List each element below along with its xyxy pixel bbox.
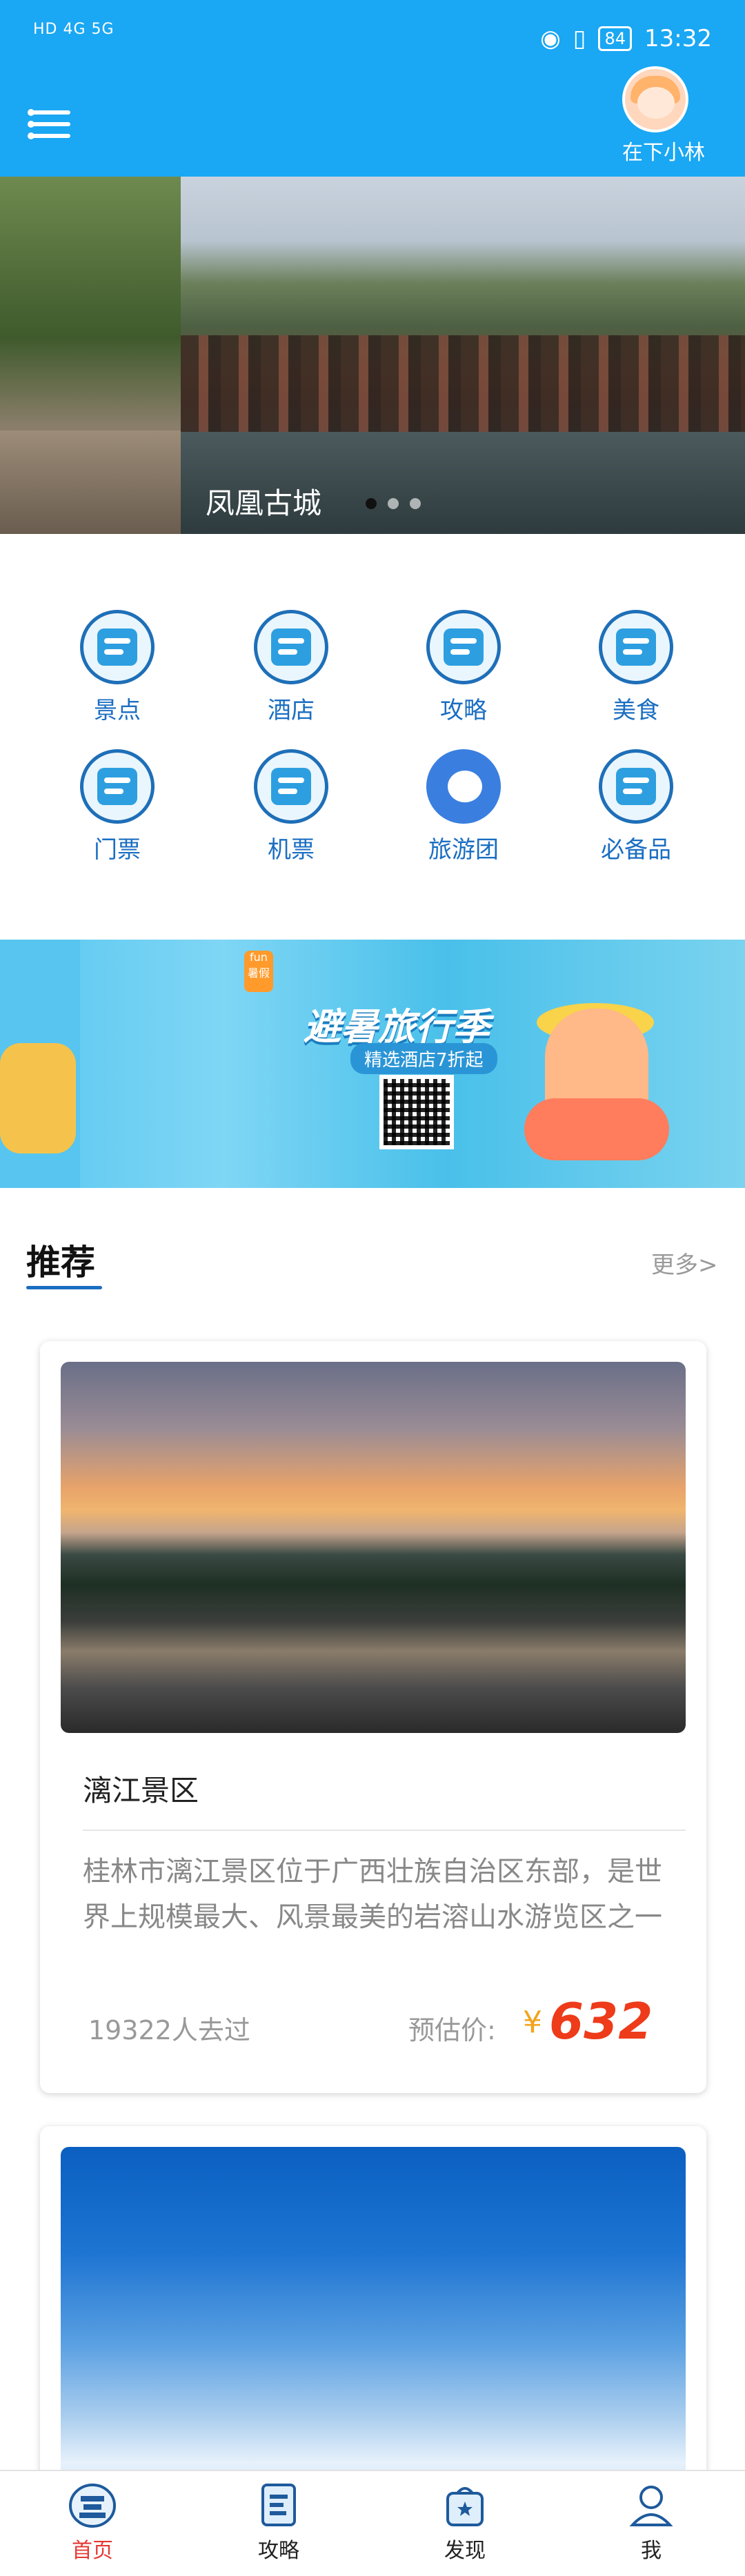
airplane-icon xyxy=(254,749,328,824)
menu-icon[interactable] xyxy=(28,109,70,145)
carousel-dot[interactable] xyxy=(388,498,399,509)
swim-ring-graphic xyxy=(524,1098,669,1160)
card-visited-count: 19322人去过 xyxy=(88,2015,250,2045)
tour-group-icon xyxy=(426,749,501,824)
card-title: 漓江景区 xyxy=(83,1774,199,1807)
signal-status: HD 4G 5G xyxy=(33,21,115,38)
carousel-caption: 凤凰古城 xyxy=(206,486,322,520)
nav-home[interactable]: 首页 xyxy=(23,2481,161,2564)
nav-label: 发现 xyxy=(444,2539,486,2563)
eye-icon: ◉ xyxy=(540,25,561,52)
promo-banner[interactable]: fun 暑假 避暑旅行季 精选酒店7折起 xyxy=(0,940,745,1188)
home-pagoda-icon xyxy=(68,2481,117,2529)
avatar[interactable] xyxy=(622,66,688,132)
recommend-card[interactable]: 漓江景区 桂林市漓江景区位于广西壮族自治区东部，是世界上规模最大、风景最美的岩溶… xyxy=(40,1341,706,2093)
category-label: 旅游团 xyxy=(428,836,499,864)
food-bowl-icon xyxy=(599,610,673,684)
category-label: 美食 xyxy=(613,697,659,724)
bottom-navigation: 首页 攻略 发现 我 xyxy=(0,2470,745,2576)
ticket-icon xyxy=(80,749,155,824)
category-label: 攻略 xyxy=(440,697,487,724)
clock: 13:32 xyxy=(644,25,712,52)
category-ticket[interactable]: 门票 xyxy=(62,749,172,880)
vibrate-icon: ▯ xyxy=(573,25,586,52)
shop-icon xyxy=(599,749,673,824)
category-flight[interactable]: 机票 xyxy=(236,749,346,880)
nav-guide[interactable]: 攻略 xyxy=(210,2481,348,2564)
nav-discover[interactable]: 发现 xyxy=(396,2481,534,2564)
promo-badge: fun 暑假 xyxy=(244,951,273,992)
card-price: 632 xyxy=(549,1992,653,2050)
category-label: 必备品 xyxy=(601,836,671,864)
category-essentials[interactable]: 必备品 xyxy=(581,749,691,880)
hotel-icon xyxy=(254,610,328,684)
more-link[interactable]: 更多> xyxy=(651,1246,718,1280)
carousel-dot-active[interactable] xyxy=(366,498,377,509)
card-divider xyxy=(83,1830,686,1831)
nav-label: 攻略 xyxy=(258,2539,299,2563)
guide-icon xyxy=(426,610,501,684)
discover-bag-icon xyxy=(441,2481,489,2529)
category-guide[interactable]: 攻略 xyxy=(408,610,519,741)
category-food[interactable]: 美食 xyxy=(581,610,691,741)
guide-book-icon xyxy=(255,2481,303,2529)
card-description: 桂林市漓江景区位于广西壮族自治区东部，是世界上规模最大、风景最美的岩溶山水游览区… xyxy=(83,1856,662,1933)
category-label: 门票 xyxy=(94,836,141,864)
carousel-dot[interactable] xyxy=(410,498,421,509)
app-header: HD 4G 5G ◉ ▯ 84 13:32 在下小林 xyxy=(0,0,745,177)
username[interactable]: 在下小林 xyxy=(622,135,726,166)
nav-me[interactable]: 我 xyxy=(582,2481,720,2564)
nav-label: 首页 xyxy=(72,2539,113,2563)
category-label: 酒店 xyxy=(268,697,315,724)
section-title: 推荐 xyxy=(26,1242,95,1282)
category-label: 机票 xyxy=(268,836,315,864)
pagoda-icon xyxy=(80,610,155,684)
category-tour-group[interactable]: 旅游团 xyxy=(408,749,519,880)
status-right: ◉ ▯ 84 13:32 xyxy=(540,25,712,52)
category-label: 景点 xyxy=(94,697,141,724)
user-icon xyxy=(627,2481,675,2529)
carousel-slide-previous[interactable] xyxy=(0,177,181,534)
section-title-underline xyxy=(26,1286,102,1289)
banner-carousel[interactable]: 凤凰古城 xyxy=(0,177,745,534)
card-photo xyxy=(61,2147,686,2506)
category-scenic[interactable]: 景点 xyxy=(62,610,172,741)
card-photo xyxy=(61,1362,686,1733)
nav-label: 我 xyxy=(641,2539,662,2563)
promo-subtitle: 精选酒店7折起 xyxy=(350,1043,497,1074)
recommend-card[interactable] xyxy=(40,2126,706,2513)
card-price-label: 预估价: xyxy=(408,2015,496,2045)
battery-indicator: 84 xyxy=(598,26,633,51)
promo-side-slide xyxy=(0,940,80,1188)
category-hotel[interactable]: 酒店 xyxy=(236,610,346,741)
qr-code-icon xyxy=(379,1075,454,1149)
card-currency: ¥ xyxy=(523,2005,542,2040)
